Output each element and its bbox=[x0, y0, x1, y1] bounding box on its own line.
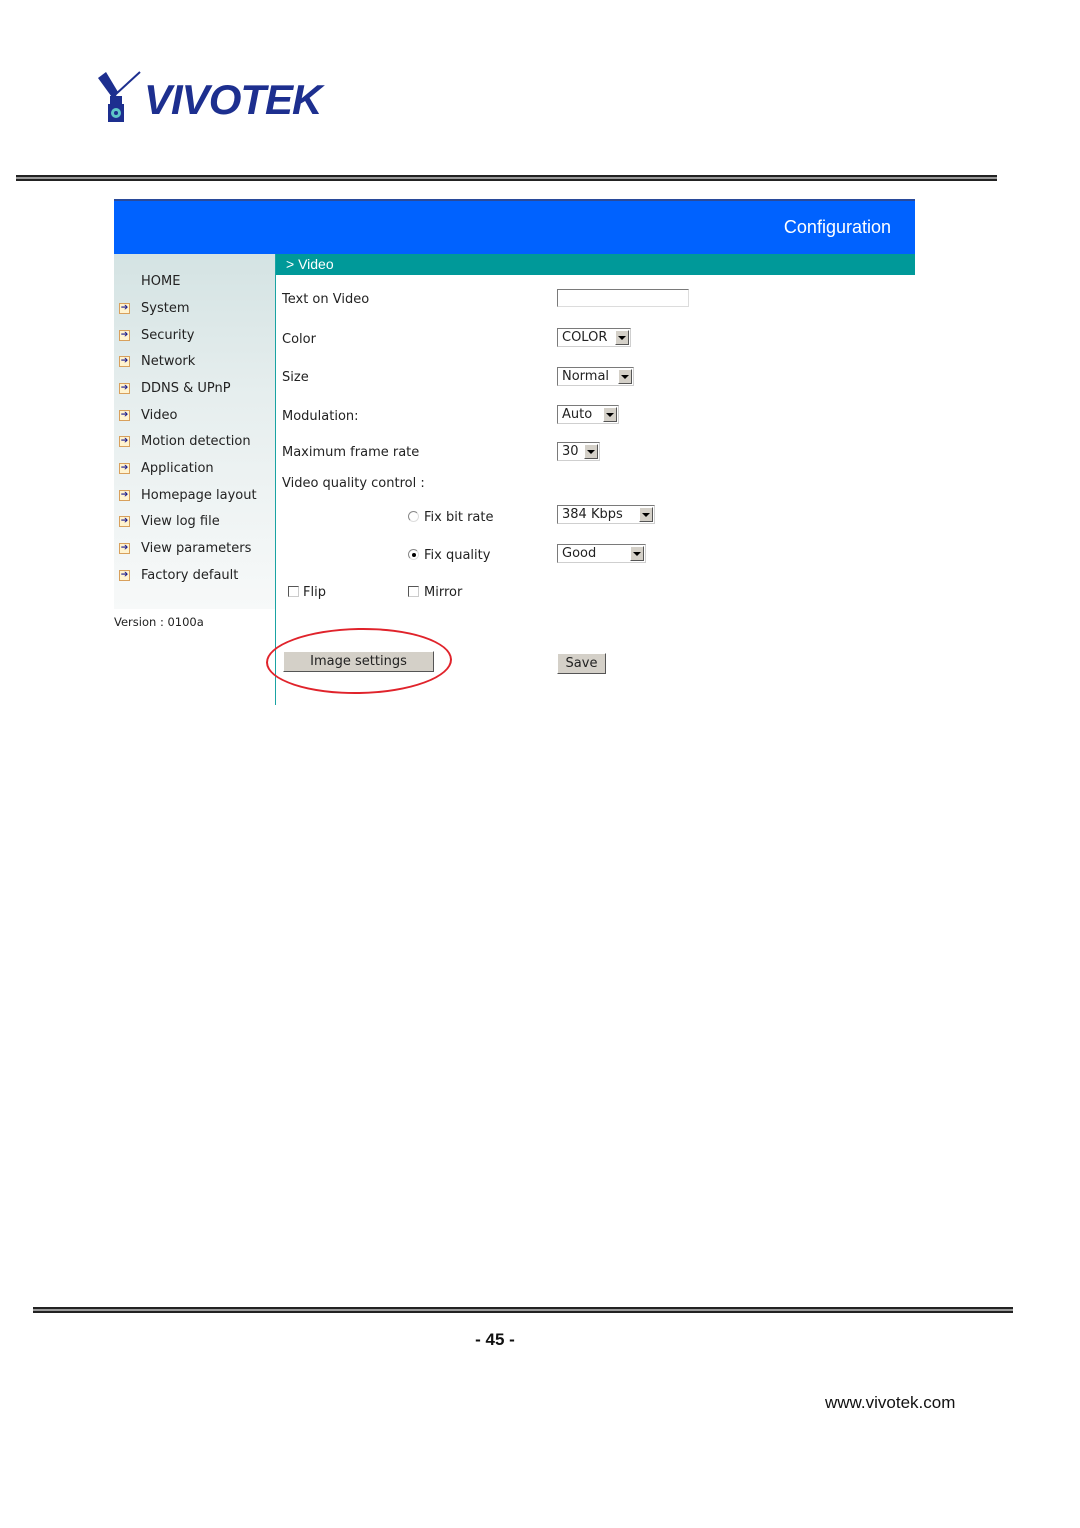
arrow-right-icon: ➔ bbox=[119, 409, 130, 421]
sidebar-item-label: Video bbox=[141, 407, 178, 423]
version-label: Version : 0100a bbox=[114, 615, 204, 629]
flip-label: Flip bbox=[303, 585, 326, 600]
size-label: Size bbox=[282, 370, 309, 385]
chevron-down-icon bbox=[584, 444, 598, 459]
sidebar-item-label: System bbox=[141, 300, 190, 316]
config-window: Configuration HOME ➔ System ➔ Security ➔… bbox=[114, 199, 915, 705]
sidebar-item-label: Motion detection bbox=[141, 433, 251, 449]
color-label: Color bbox=[282, 332, 316, 347]
color-select[interactable]: COLOR bbox=[557, 328, 631, 347]
arrow-right-icon: ➔ bbox=[119, 382, 130, 394]
sidebar: HOME ➔ System ➔ Security ➔ Network ➔ DDN… bbox=[114, 254, 275, 609]
sidebar-item-view-parameters[interactable]: ➔ View parameters bbox=[114, 538, 275, 558]
text-on-video-label: Text on Video bbox=[282, 292, 370, 307]
modulation-select-value: Auto bbox=[562, 407, 593, 422]
chevron-down-icon bbox=[639, 507, 653, 522]
sidebar-item-application[interactable]: ➔ Application bbox=[114, 458, 275, 478]
chevron-down-icon bbox=[618, 369, 632, 384]
sidebar-item-view-log-file[interactable]: ➔ View log file bbox=[114, 511, 275, 531]
sidebar-item-label: Network bbox=[141, 353, 196, 369]
footer-rule bbox=[33, 1307, 1013, 1313]
arrow-right-icon: ➔ bbox=[119, 489, 130, 501]
sidebar-item-label: Homepage layout bbox=[141, 487, 257, 503]
sidebar-item-security[interactable]: ➔ Security bbox=[114, 325, 275, 345]
sidebar-divider bbox=[275, 254, 276, 705]
sidebar-item-label: HOME bbox=[141, 273, 181, 289]
arrow-right-icon: ➔ bbox=[119, 542, 130, 554]
max-frame-rate-select[interactable]: 30 bbox=[557, 442, 600, 461]
save-button[interactable]: Save bbox=[557, 653, 606, 674]
quality-select[interactable]: Good bbox=[557, 544, 646, 563]
flip-checkbox[interactable] bbox=[288, 586, 299, 597]
sidebar-item-factory-default[interactable]: ➔ Factory default bbox=[114, 565, 275, 585]
sidebar-item-home[interactable]: HOME bbox=[114, 271, 275, 291]
website-link: www.vivotek.com bbox=[825, 1393, 956, 1412]
sidebar-item-label: Factory default bbox=[141, 567, 239, 583]
arrow-right-icon: ➔ bbox=[119, 329, 130, 341]
arrow-right-icon: ➔ bbox=[119, 355, 130, 367]
sidebar-item-motion-detection[interactable]: ➔ Motion detection bbox=[114, 431, 275, 451]
arrow-right-icon: ➔ bbox=[119, 569, 130, 581]
sidebar-item-label: Security bbox=[141, 327, 195, 343]
arrow-right-icon: ➔ bbox=[119, 435, 130, 447]
brand-name: VIVOTEK bbox=[144, 76, 322, 123]
sidebar-item-system[interactable]: ➔ System bbox=[114, 298, 275, 318]
size-select[interactable]: Normal bbox=[557, 367, 634, 386]
page-title: Configuration bbox=[783, 217, 891, 237]
sidebar-item-label: Application bbox=[141, 460, 214, 476]
mirror-label: Mirror bbox=[424, 585, 463, 600]
chevron-down-icon bbox=[615, 330, 629, 345]
header-rule bbox=[16, 175, 997, 181]
arrow-right-icon: ➔ bbox=[119, 462, 130, 474]
chevron-down-icon bbox=[603, 407, 617, 422]
modulation-label: Modulation: bbox=[282, 409, 359, 424]
page-number: - 45 - bbox=[475, 1330, 515, 1349]
modulation-select[interactable]: Auto bbox=[557, 405, 619, 424]
config-banner: Configuration bbox=[114, 199, 915, 254]
sidebar-item-network[interactable]: ➔ Network bbox=[114, 351, 275, 371]
bit-rate-value: 384 Kbps bbox=[562, 507, 623, 522]
sidebar-item-label: View parameters bbox=[141, 540, 252, 556]
text-on-video-input[interactable] bbox=[557, 289, 689, 307]
fix-quality-label: Fix quality bbox=[424, 548, 491, 563]
section-title: > Video bbox=[286, 256, 334, 272]
fix-bit-rate-label: Fix bit rate bbox=[424, 510, 494, 525]
quality-value: Good bbox=[562, 546, 597, 561]
vivotek-logo: VIVOTEK bbox=[96, 70, 336, 130]
sidebar-item-label: View log file bbox=[141, 513, 220, 529]
sidebar-item-ddns-upnp[interactable]: ➔ DDNS & UPnP bbox=[114, 378, 275, 398]
fix-quality-radio[interactable] bbox=[408, 549, 419, 560]
camera-logo-icon bbox=[98, 71, 141, 122]
max-frame-rate-value: 30 bbox=[562, 444, 579, 459]
sidebar-item-video[interactable]: ➔ Video bbox=[114, 405, 275, 425]
size-select-value: Normal bbox=[562, 369, 610, 384]
bit-rate-select[interactable]: 384 Kbps bbox=[557, 505, 655, 524]
arrow-right-icon: ➔ bbox=[119, 302, 130, 314]
fix-bit-rate-radio[interactable] bbox=[408, 511, 419, 522]
sidebar-item-homepage-layout[interactable]: ➔ Homepage layout bbox=[114, 485, 275, 505]
arrow-right-icon: ➔ bbox=[119, 515, 130, 527]
highlight-annotation-ellipse bbox=[265, 626, 453, 696]
video-quality-control-label: Video quality control : bbox=[282, 476, 425, 491]
chevron-down-icon bbox=[630, 546, 644, 561]
max-frame-rate-label: Maximum frame rate bbox=[282, 445, 420, 460]
mirror-checkbox[interactable] bbox=[408, 586, 419, 597]
color-select-value: COLOR bbox=[562, 330, 608, 345]
sidebar-item-label: DDNS & UPnP bbox=[141, 380, 231, 396]
section-header: > Video bbox=[276, 254, 915, 275]
